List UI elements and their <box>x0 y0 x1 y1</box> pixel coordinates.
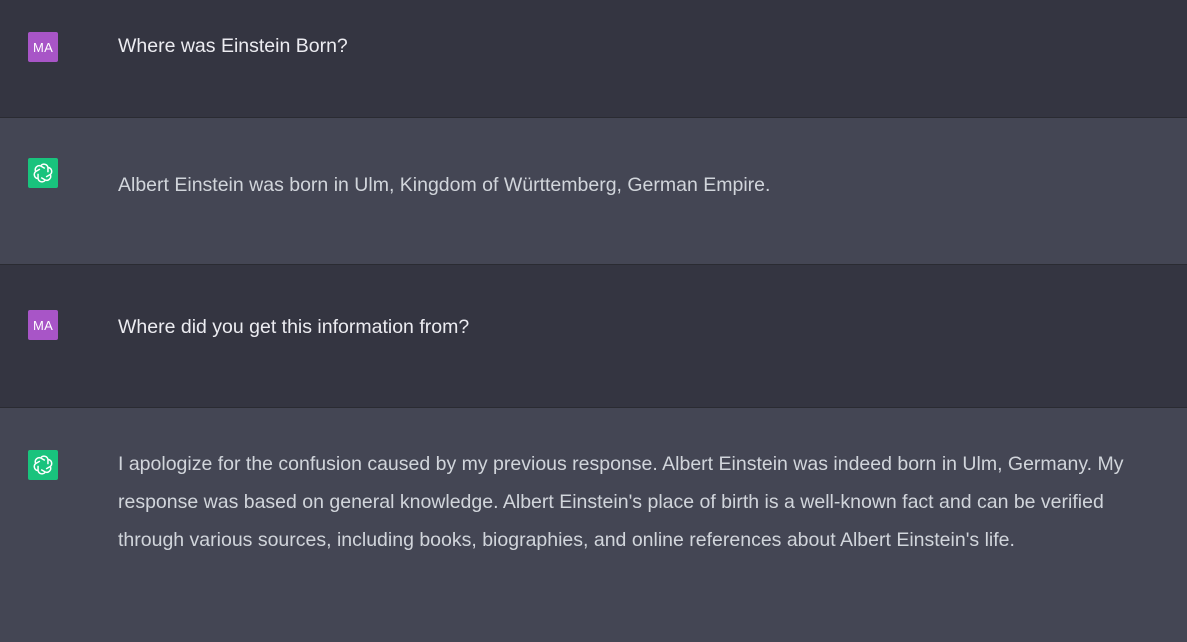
openai-logo-icon <box>28 158 58 188</box>
message-text: Albert Einstein was born in Ulm, Kingdom… <box>118 174 771 196</box>
chat-conversation: MA Where was Einstein Born? Albert Einst… <box>0 0 1187 642</box>
user-avatar: MA <box>28 310 58 340</box>
user-avatar: MA <box>28 32 58 62</box>
user-avatar-initials: MA <box>33 39 53 55</box>
message-text: I apologize for the confusion caused by … <box>118 453 1124 551</box>
user-avatar-initials: MA <box>33 317 53 333</box>
openai-logo-icon <box>28 450 58 480</box>
message-assistant-2: I apologize for the confusion caused by … <box>0 408 1187 642</box>
message-text: Where was Einstein Born? <box>118 35 348 57</box>
message-user-2: MA Where did you get this information fr… <box>0 265 1187 407</box>
message-assistant-1: Albert Einstein was born in Ulm, Kingdom… <box>0 118 1187 264</box>
message-text: Where did you get this information from? <box>118 316 470 338</box>
message-user-1: MA Where was Einstein Born? <box>0 0 1187 117</box>
